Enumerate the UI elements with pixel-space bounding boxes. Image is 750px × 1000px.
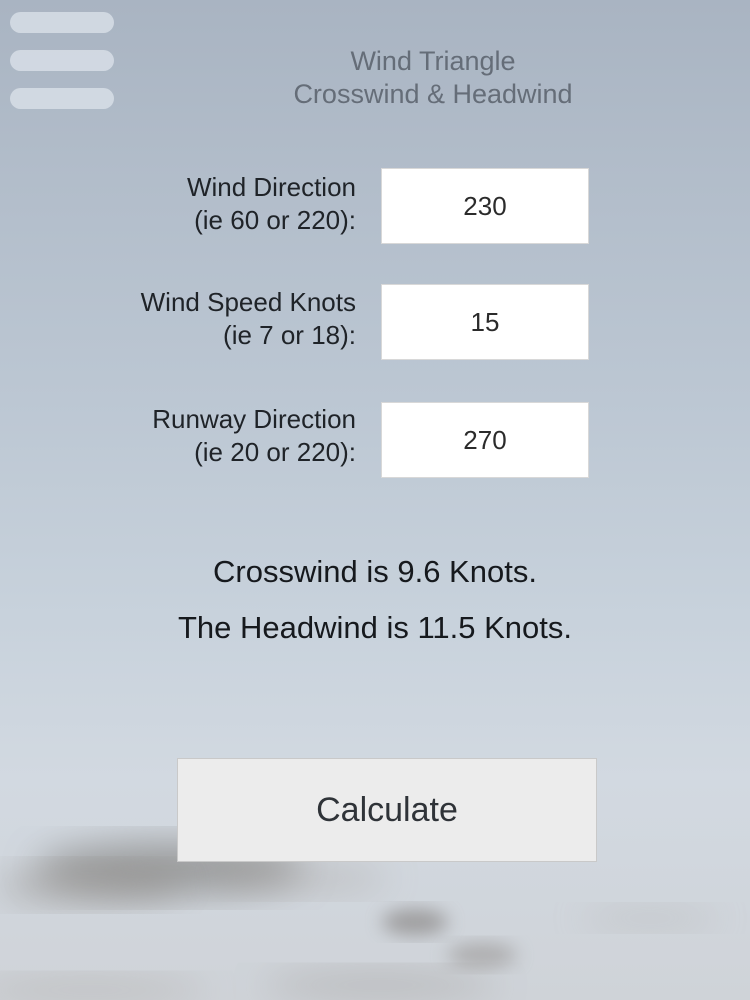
wind-speed-label-text: Wind Speed Knots	[140, 287, 356, 317]
runway-direction-label-text: Runway Direction	[152, 404, 356, 434]
runway-direction-hint: (ie 20 or 220):	[194, 437, 356, 467]
wind-direction-input[interactable]	[381, 168, 589, 244]
crosswind-result: Crosswind is 9.6 Knots.	[213, 554, 537, 589]
hamburger-menu-icon-bar	[10, 88, 114, 109]
menu-button[interactable]	[8, 12, 116, 112]
runway-direction-label: Runway Direction (ie 20 or 220):	[152, 403, 356, 469]
hamburger-menu-icon	[10, 12, 114, 33]
wind-direction-hint: (ie 60 or 220):	[194, 205, 356, 235]
calculate-button[interactable]: Calculate	[177, 758, 597, 862]
wind-speed-label: Wind Speed Knots (ie 7 or 18):	[141, 286, 356, 352]
page-subtitle: Crosswind & Headwind	[293, 79, 573, 109]
headwind-result: The Headwind is 11.5 Knots.	[177, 610, 573, 645]
hamburger-menu-icon-bar	[10, 50, 114, 71]
wind-speed-input[interactable]	[381, 284, 589, 360]
page-title: Wind Triangle Crosswind & Headwind	[260, 45, 606, 111]
wind-direction-label: Wind Direction (ie 60 or 220):	[187, 171, 356, 237]
runway-direction-input[interactable]	[381, 402, 589, 478]
wind-direction-label-text: Wind Direction	[186, 172, 356, 202]
page-title-line1: Wind Triangle	[350, 46, 516, 76]
wind-speed-hint: (ie 7 or 18):	[223, 320, 356, 350]
